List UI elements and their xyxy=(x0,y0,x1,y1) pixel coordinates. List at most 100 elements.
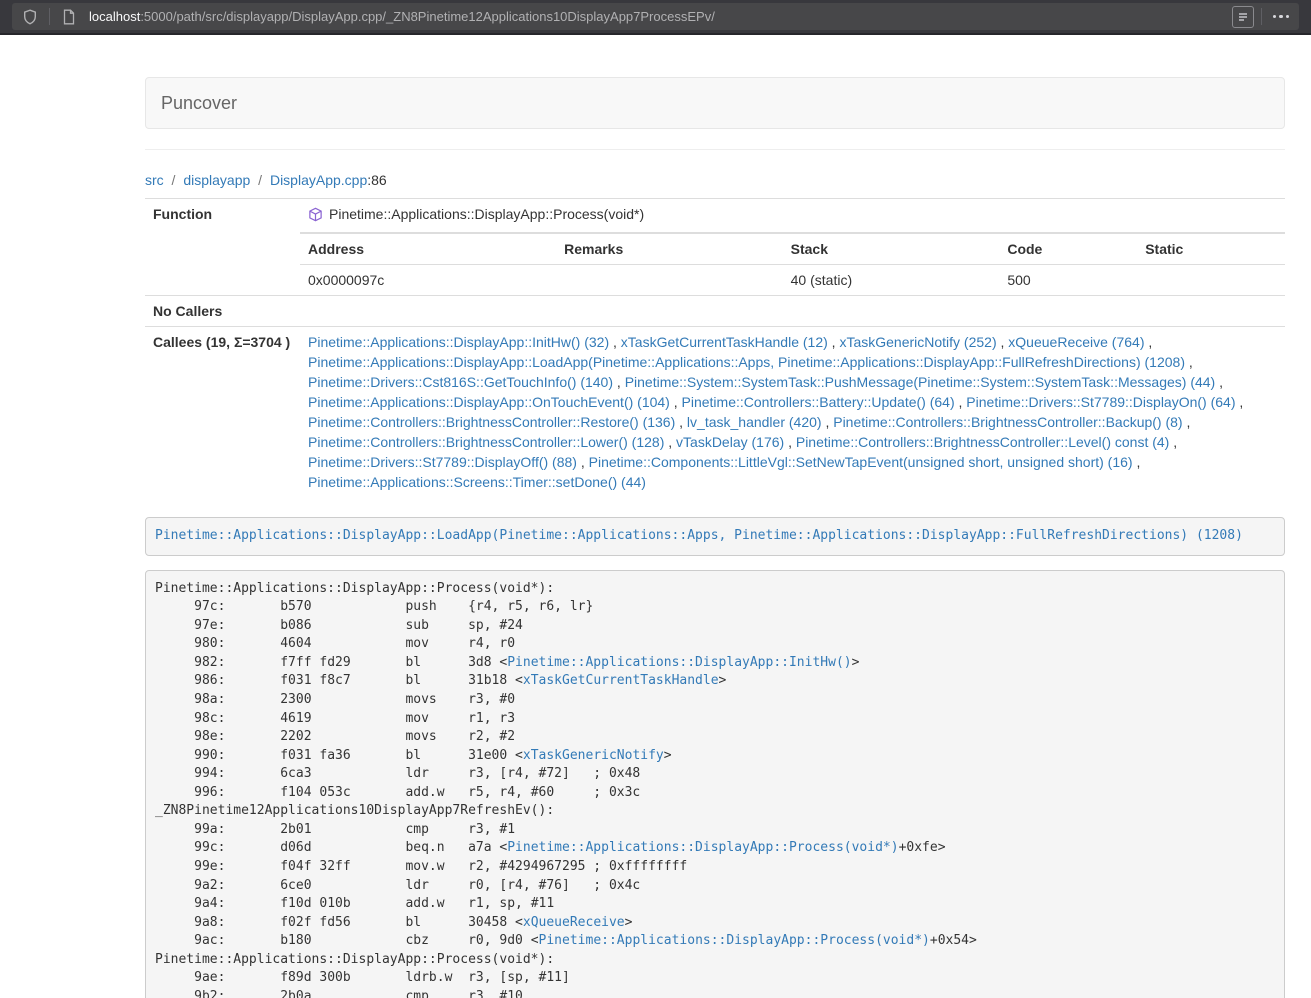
asm-symbol-link[interactable]: xQueueReceive xyxy=(523,915,625,930)
callees-label: Callees (19, Σ=3704 ) xyxy=(145,327,300,498)
asm-symbol-link[interactable]: Pinetime::Applications::DisplayApp::Proc… xyxy=(539,933,930,948)
browser-toolbar: localhost:5000/path/src/displayapp/Displ… xyxy=(0,0,1311,35)
asm-line: 986: f031 f8c7 bl 31b18 <xTaskGetCurrent… xyxy=(155,672,1275,691)
asm-line: Pinetime::Applications::DisplayApp::Proc… xyxy=(155,580,1275,599)
callee-link[interactable]: lv_task_handler (420) xyxy=(687,414,822,430)
asm-text: 98e: 2202 movs r2, #2 xyxy=(155,729,515,744)
tracking-protection-shield-icon[interactable] xyxy=(18,5,42,29)
asm-text: 996: f104 053c add.w r5, r4, #60 ; 0x3c xyxy=(155,785,640,800)
asm-line: 97e: b086 sub sp, #24 xyxy=(155,617,1275,636)
col-header-stack: Stack xyxy=(783,234,1000,265)
package-cube-icon xyxy=(308,207,323,227)
stats-table: Address Remarks Stack Code Static 0x0000… xyxy=(300,233,1285,295)
callee-link[interactable]: Pinetime::Applications::DisplayApp::OnTo… xyxy=(308,394,670,410)
function-name: Pinetime::Applications::DisplayApp::Proc… xyxy=(329,206,644,222)
asm-text: 98a: 2300 movs r3, #0 xyxy=(155,692,515,707)
url-path: :5000/path/src/displayapp/DisplayApp.cpp… xyxy=(140,9,715,24)
callee-link[interactable]: Pinetime::Components::LittleVgl::SetNewT… xyxy=(589,454,1133,470)
callees-list: Pinetime::Applications::DisplayApp::Init… xyxy=(300,327,1285,498)
asm-text: 99e: f04f 32ff mov.w r2, #4294967295 ; 0… xyxy=(155,859,687,874)
asm-text: 982: f7ff fd29 bl 3d8 < xyxy=(155,655,507,670)
url-text[interactable]: localhost:5000/path/src/displayapp/Displ… xyxy=(89,9,1232,24)
callee-separator: , xyxy=(664,434,676,450)
breadcrumb-link[interactable]: src xyxy=(145,172,164,188)
callee-separator: , xyxy=(577,454,589,470)
asm-text: > xyxy=(852,655,860,670)
asm-line: 97c: b570 push {r4, r5, r6, lr} xyxy=(155,598,1275,617)
callee-separator: , xyxy=(955,394,967,410)
callee-link[interactable]: Pinetime::Drivers::Cst816S::GetTouchInfo… xyxy=(308,374,613,390)
navbar: Puncover xyxy=(145,77,1285,129)
callee-link[interactable]: Pinetime::Drivers::St7789::DisplayOn() (… xyxy=(966,394,1235,410)
breadcrumb-link[interactable]: DisplayApp.cpp xyxy=(270,172,367,188)
callee-link[interactable]: xTaskGenericNotify (252) xyxy=(839,334,996,350)
asm-text: > xyxy=(625,915,633,930)
callee-link[interactable]: Pinetime::Drivers::St7789::DisplayOff() … xyxy=(308,454,577,470)
asm-text: 9b2: 2b0a cmp r3, #10 xyxy=(155,989,523,998)
remarks-value xyxy=(556,265,783,296)
page-icon[interactable] xyxy=(57,5,81,29)
asm-text: +0x54> xyxy=(930,933,977,948)
breadcrumb-link[interactable]: displayapp xyxy=(183,172,250,188)
asm-line: 980: 4604 mov r4, r0 xyxy=(155,635,1275,654)
callee-separator: , xyxy=(670,394,682,410)
asm-symbol-link[interactable]: xTaskGenericNotify xyxy=(523,748,664,763)
callee-link[interactable]: Pinetime::Applications::Screens::Timer::… xyxy=(308,474,646,490)
col-header-code: Code xyxy=(999,234,1137,265)
reader-mode-icon[interactable] xyxy=(1232,6,1254,28)
asm-text: Pinetime::Applications::DisplayApp::Proc… xyxy=(155,952,554,967)
asm-text: 994: 6ca3 ldr r3, [r4, #72] ; 0x48 xyxy=(155,766,640,781)
asm-text: +0xfe> xyxy=(899,840,946,855)
asm-text: 99c: d06d beq.n a7a < xyxy=(155,840,507,855)
selected-callee-box: Pinetime::Applications::DisplayApp::Load… xyxy=(145,517,1285,556)
asm-text: 986: f031 f8c7 bl 31b18 < xyxy=(155,673,523,688)
asm-text: Pinetime::Applications::DisplayApp::Proc… xyxy=(155,581,554,596)
asm-symbol-link[interactable]: Pinetime::Applications::DisplayApp::Proc… xyxy=(507,840,898,855)
callee-link[interactable]: Pinetime::Controllers::Battery::Update()… xyxy=(682,394,955,410)
callee-link[interactable]: xQueueReceive (764) xyxy=(1008,334,1144,350)
callee-separator: , xyxy=(609,334,621,350)
callee-separator: , xyxy=(1215,374,1223,390)
overflow-menu-icon[interactable] xyxy=(1269,5,1293,29)
asm-symbol-link[interactable]: xTaskGetCurrentTaskHandle xyxy=(523,673,719,688)
divider xyxy=(145,149,1285,150)
function-row: Function Pinetime::Applications::Display… xyxy=(145,199,1285,233)
breadcrumb-line-number: :86 xyxy=(367,172,386,188)
asm-line: 99a: 2b01 cmp r3, #1 xyxy=(155,821,1275,840)
callee-separator: , xyxy=(1144,334,1152,350)
asm-line: 982: f7ff fd29 bl 3d8 <Pinetime::Applica… xyxy=(155,654,1275,673)
asm-line: 9ae: f89d 300b ldrb.w r3, [sp, #11] xyxy=(155,969,1275,988)
callee-link[interactable]: Pinetime::System::SystemTask::PushMessag… xyxy=(625,374,1216,390)
callee-link[interactable]: vTaskDelay (176) xyxy=(676,434,784,450)
callee-link[interactable]: Pinetime::Controllers::BrightnessControl… xyxy=(308,414,675,430)
callee-separator: , xyxy=(822,414,834,430)
asm-text: 990: f031 fa36 bl 31e00 < xyxy=(155,748,523,763)
callee-link[interactable]: Pinetime::Applications::DisplayApp::Load… xyxy=(308,354,1185,370)
callee-separator: , xyxy=(784,434,796,450)
callee-link[interactable]: Pinetime::Controllers::BrightnessControl… xyxy=(796,434,1169,450)
brand-link[interactable]: Puncover xyxy=(161,78,237,128)
callee-separator: , xyxy=(1133,454,1141,470)
callee-link[interactable]: Pinetime::Controllers::BrightnessControl… xyxy=(308,434,664,450)
asm-symbol-link[interactable]: Pinetime::Applications::DisplayApp::Init… xyxy=(507,655,851,670)
asm-line: 996: f104 053c add.w r5, r4, #60 ; 0x3c xyxy=(155,784,1275,803)
asm-line: 994: 6ca3 ldr r3, [r4, #72] ; 0x48 xyxy=(155,765,1275,784)
callee-separator: , xyxy=(1236,394,1244,410)
address-value: 0x0000097c xyxy=(300,265,556,296)
col-header-address: Address xyxy=(300,234,556,265)
asm-line: 98e: 2202 movs r2, #2 xyxy=(155,728,1275,747)
selected-callee-link[interactable]: Pinetime::Applications::DisplayApp::Load… xyxy=(155,528,1243,543)
asm-text: 97e: b086 sub sp, #24 xyxy=(155,618,523,633)
url-bar[interactable]: localhost:5000/path/src/displayapp/Displ… xyxy=(12,3,1299,30)
callee-link[interactable]: Pinetime::Applications::DisplayApp::Init… xyxy=(308,334,609,350)
asm-text: 9ac: b180 cbz r0, 9d0 < xyxy=(155,933,539,948)
page-container: Puncover src / displayapp / DisplayApp.c… xyxy=(145,77,1285,998)
asm-text: 97c: b570 push {r4, r5, r6, lr} xyxy=(155,599,593,614)
urlbar-divider-right xyxy=(1261,8,1262,25)
asm-text: 9a4: f10d 010b add.w r1, sp, #11 xyxy=(155,896,554,911)
callee-link[interactable]: Pinetime::Controllers::BrightnessControl… xyxy=(833,414,1182,430)
breadcrumb: src / displayapp / DisplayApp.cpp:86 xyxy=(145,170,1285,190)
function-label: Function xyxy=(145,199,300,296)
asm-line: Pinetime::Applications::DisplayApp::Proc… xyxy=(155,951,1275,970)
callee-link[interactable]: xTaskGetCurrentTaskHandle (12) xyxy=(621,334,828,350)
